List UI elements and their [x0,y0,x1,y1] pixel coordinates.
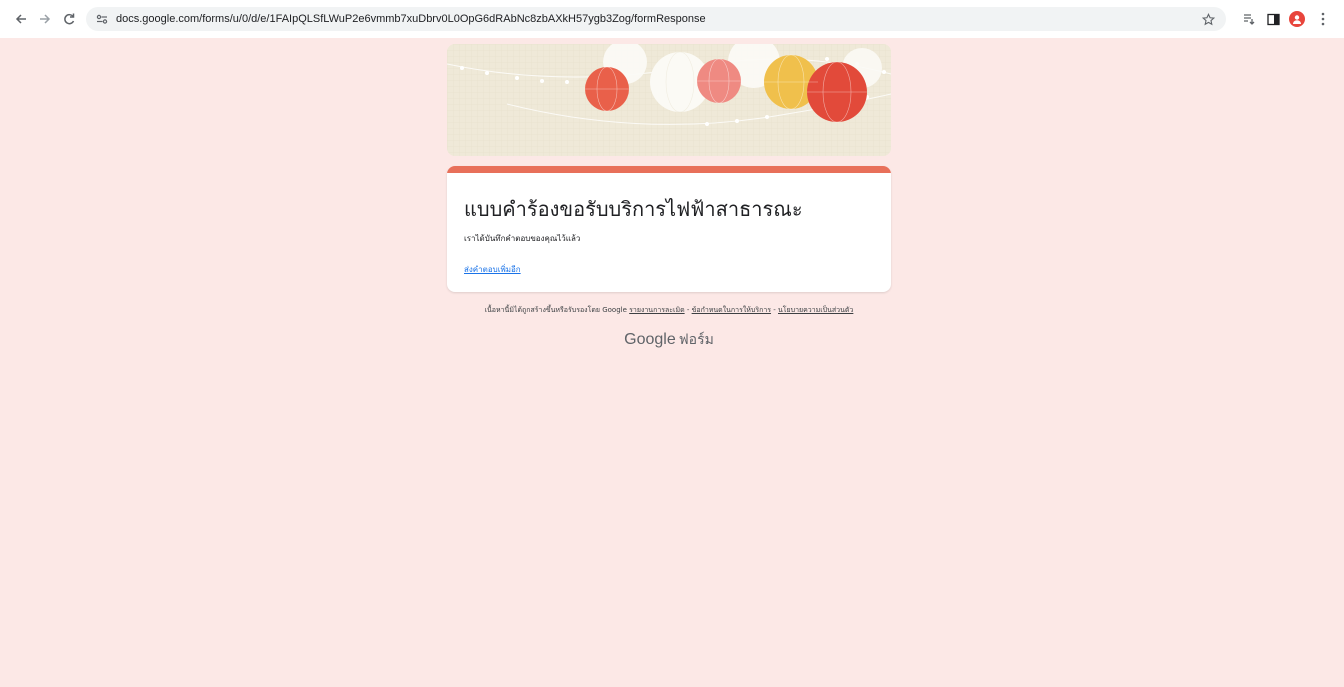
more-menu-icon[interactable] [1312,8,1334,30]
disclaimer-text: เนื้อหานี้มิได้ถูกสร้างขึ้นหรือรับรองโดย… [484,306,627,314]
browser-toolbar: docs.google.com/forms/u/0/d/e/1FAIpQLSfL… [0,0,1344,38]
separator: - [684,306,692,314]
form-title: แบบคำร้องขอรับบริการไฟฟ้าสาธารณะ [464,197,803,221]
address-bar[interactable]: docs.google.com/forms/u/0/d/e/1FAIpQLSfL… [86,7,1226,31]
url-text[interactable]: docs.google.com/forms/u/0/d/e/1FAIpQLSfL… [116,13,706,25]
submit-another-response-link[interactable]: ส่งคำตอบเพิ่มอีก [464,263,521,276]
footer-disclaimer: เนื้อหานี้มิได้ถูกสร้างขึ้นหรือรับรองโดย… [447,305,891,316]
report-abuse-link[interactable]: รายงานการละเมิด [629,306,684,314]
profile-avatar-icon[interactable] [1286,8,1308,30]
brand-google-text: Google [624,331,676,348]
google-forms-logo[interactable]: Google ฟอร์ม [447,329,891,351]
side-panel-icon[interactable] [1262,8,1284,30]
reload-icon[interactable] [58,8,80,30]
star-icon[interactable] [1200,11,1216,27]
site-info-icon[interactable] [94,11,110,27]
privacy-policy-link[interactable]: นโยบายความเป็นส่วนตัว [778,306,853,314]
confirmation-card: แบบคำร้องขอรับบริการไฟฟ้าสาธารณะ เราได้บ… [447,166,891,292]
extensions-icon[interactable] [1238,8,1260,30]
card-accent-bar [447,166,891,173]
brand-forms-text: ฟอร์ม [678,331,714,347]
confirmation-message: เราได้บันทึกคำตอบของคุณไว้แล้ว [464,234,581,243]
forward-arrow-icon[interactable] [34,8,56,30]
form-header-image [447,44,891,156]
back-arrow-icon[interactable] [10,8,32,30]
separator: - [771,306,778,314]
terms-of-service-link[interactable]: ข้อกำหนดในการให้บริการ [692,306,771,314]
